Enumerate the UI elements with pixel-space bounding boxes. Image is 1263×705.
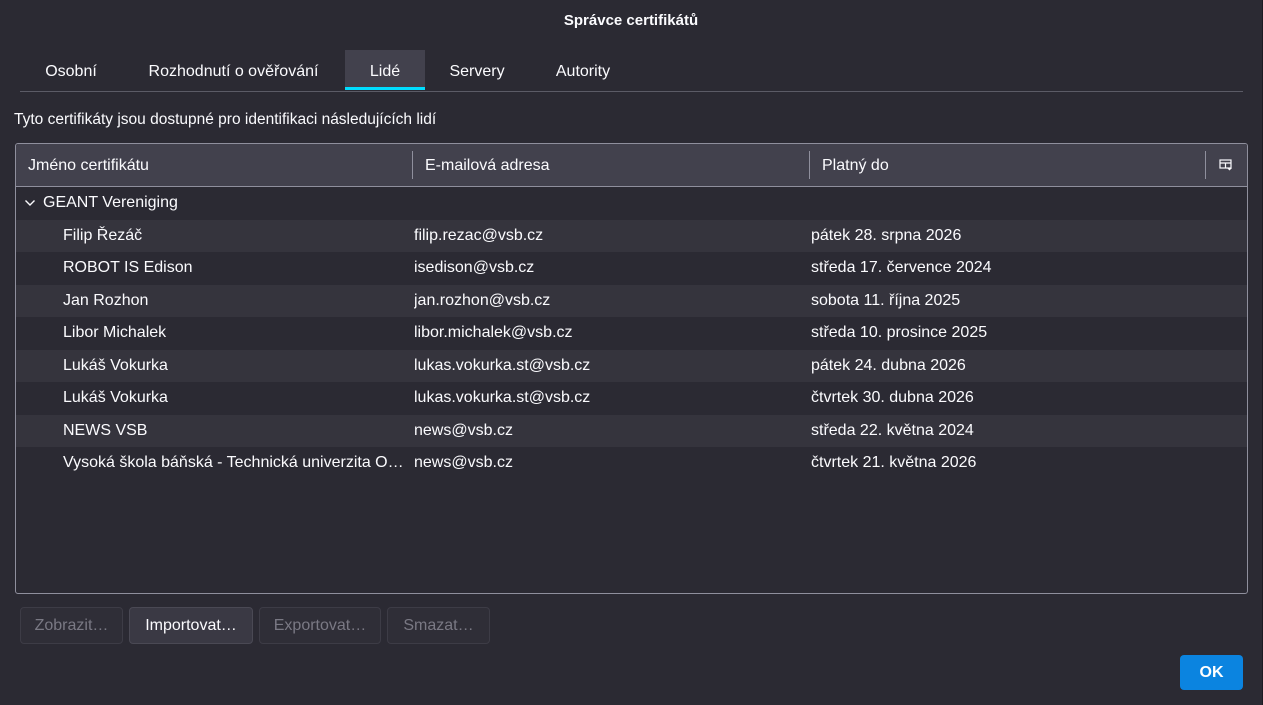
certificate-manager-dialog: Správce certifikátů Osobní Rozhodnutí o …	[0, 0, 1263, 705]
cell-name: Vysoká škola báňská - Technická univerzi…	[63, 454, 405, 471]
delete-button[interactable]: Smazat…	[387, 607, 490, 644]
group-row[interactable]: GEANT Vereniging	[16, 187, 1247, 220]
cell-valid: středa 22. května 2024	[811, 421, 974, 439]
group-label: GEANT Vereniging	[43, 194, 178, 211]
table-row[interactable]: Jan Rozhon jan.rozhon@vsb.cz sobota 11. …	[16, 284, 1247, 317]
cell-email: jan.rozhon@vsb.cz	[414, 291, 551, 309]
table-row[interactable]: NEWS VSB news@vsb.cz středa 22. května 2…	[16, 414, 1247, 447]
column-picker-icon	[1219, 159, 1232, 171]
cell-name: Lukáš Vokurka	[63, 389, 168, 406]
cell-valid: středa 17. července 2024	[811, 259, 992, 276]
tab-decisions[interactable]: Rozhodnutí o ověřování	[122, 50, 345, 90]
tab-authorities[interactable]: Autority	[529, 50, 637, 90]
tab-people[interactable]: Lidé	[345, 50, 425, 90]
cell-email: lukas.vokurka.st@vsb.cz	[414, 356, 591, 374]
cell-name: ROBOT IS Edison	[63, 259, 193, 276]
cell-email: isedison@vsb.cz	[414, 259, 535, 276]
cell-email: lukas.vokurka.st@vsb.cz	[414, 389, 591, 406]
cell-email: news@vsb.cz	[414, 421, 513, 439]
view-button[interactable]: Zobrazit…	[20, 607, 123, 644]
table-row[interactable]: Lukáš Vokurka lukas.vokurka.st@vsb.cz čt…	[16, 382, 1247, 415]
cell-email: libor.michalek@vsb.cz	[414, 324, 573, 341]
cell-valid: pátek 28. srpna 2026	[811, 226, 962, 244]
tab-servers[interactable]: Servery	[425, 50, 529, 90]
column-header-name[interactable]: Jméno certifikátu	[16, 144, 412, 186]
action-buttons: Zobrazit… Importovat… Exportovat… Smazat…	[20, 607, 490, 644]
cell-name: Jan Rozhon	[63, 291, 149, 309]
cell-valid: čtvrtek 30. dubna 2026	[811, 389, 974, 406]
cell-name: Filip Řezáč	[63, 226, 143, 244]
tree-header: Jméno certifikátu E-mailová adresa Platn…	[16, 144, 1247, 187]
table-row[interactable]: ROBOT IS Edison isedison@vsb.cz středa 1…	[16, 252, 1247, 285]
tab-personal[interactable]: Osobní	[20, 50, 122, 90]
cell-valid: čtvrtek 21. května 2026	[811, 454, 977, 471]
cell-email: filip.rezac@vsb.cz	[414, 226, 544, 244]
cell-name: NEWS VSB	[63, 421, 148, 439]
cell-valid: pátek 24. dubna 2026	[811, 356, 966, 374]
column-picker-button[interactable]	[1205, 144, 1247, 186]
ok-button[interactable]: OK	[1180, 655, 1243, 690]
cell-valid: sobota 11. října 2025	[811, 291, 961, 309]
cell-valid: středa 10. prosince 2025	[811, 324, 988, 341]
column-header-email[interactable]: E-mailová adresa	[413, 144, 809, 186]
table-row[interactable]: Filip Řezáč filip.rezac@vsb.cz pátek 28.…	[16, 219, 1247, 252]
cell-name: Lukáš Vokurka	[63, 356, 168, 374]
tab-description: Tyto certifikáty jsou dostupné pro ident…	[14, 111, 437, 128]
tree-body: GEANT Vereniging Filip Řezáč filip.rezac…	[16, 187, 1247, 480]
cell-email: news@vsb.cz	[414, 454, 513, 471]
import-button[interactable]: Importovat…	[129, 607, 253, 644]
cell-name: Libor Michalek	[63, 324, 167, 341]
export-button[interactable]: Exportovat…	[259, 607, 381, 644]
chevron-down-icon[interactable]	[24, 197, 36, 209]
dialog-title: Správce certifikátů	[563, 12, 699, 29]
table-row[interactable]: Libor Michalek libor.michalek@vsb.cz stř…	[16, 317, 1247, 350]
table-row[interactable]: Lukáš Vokurka lukas.vokurka.st@vsb.cz pá…	[16, 349, 1247, 382]
column-header-valid[interactable]: Platný do	[810, 144, 1205, 186]
certificate-tree[interactable]: Jméno certifikátu E-mailová adresa Platn…	[15, 143, 1248, 594]
tab-bar: Osobní Rozhodnutí o ověřování Lidé Serve…	[20, 50, 1243, 92]
table-row[interactable]: Vysoká škola báňská - Technická univerzi…	[16, 447, 1247, 480]
